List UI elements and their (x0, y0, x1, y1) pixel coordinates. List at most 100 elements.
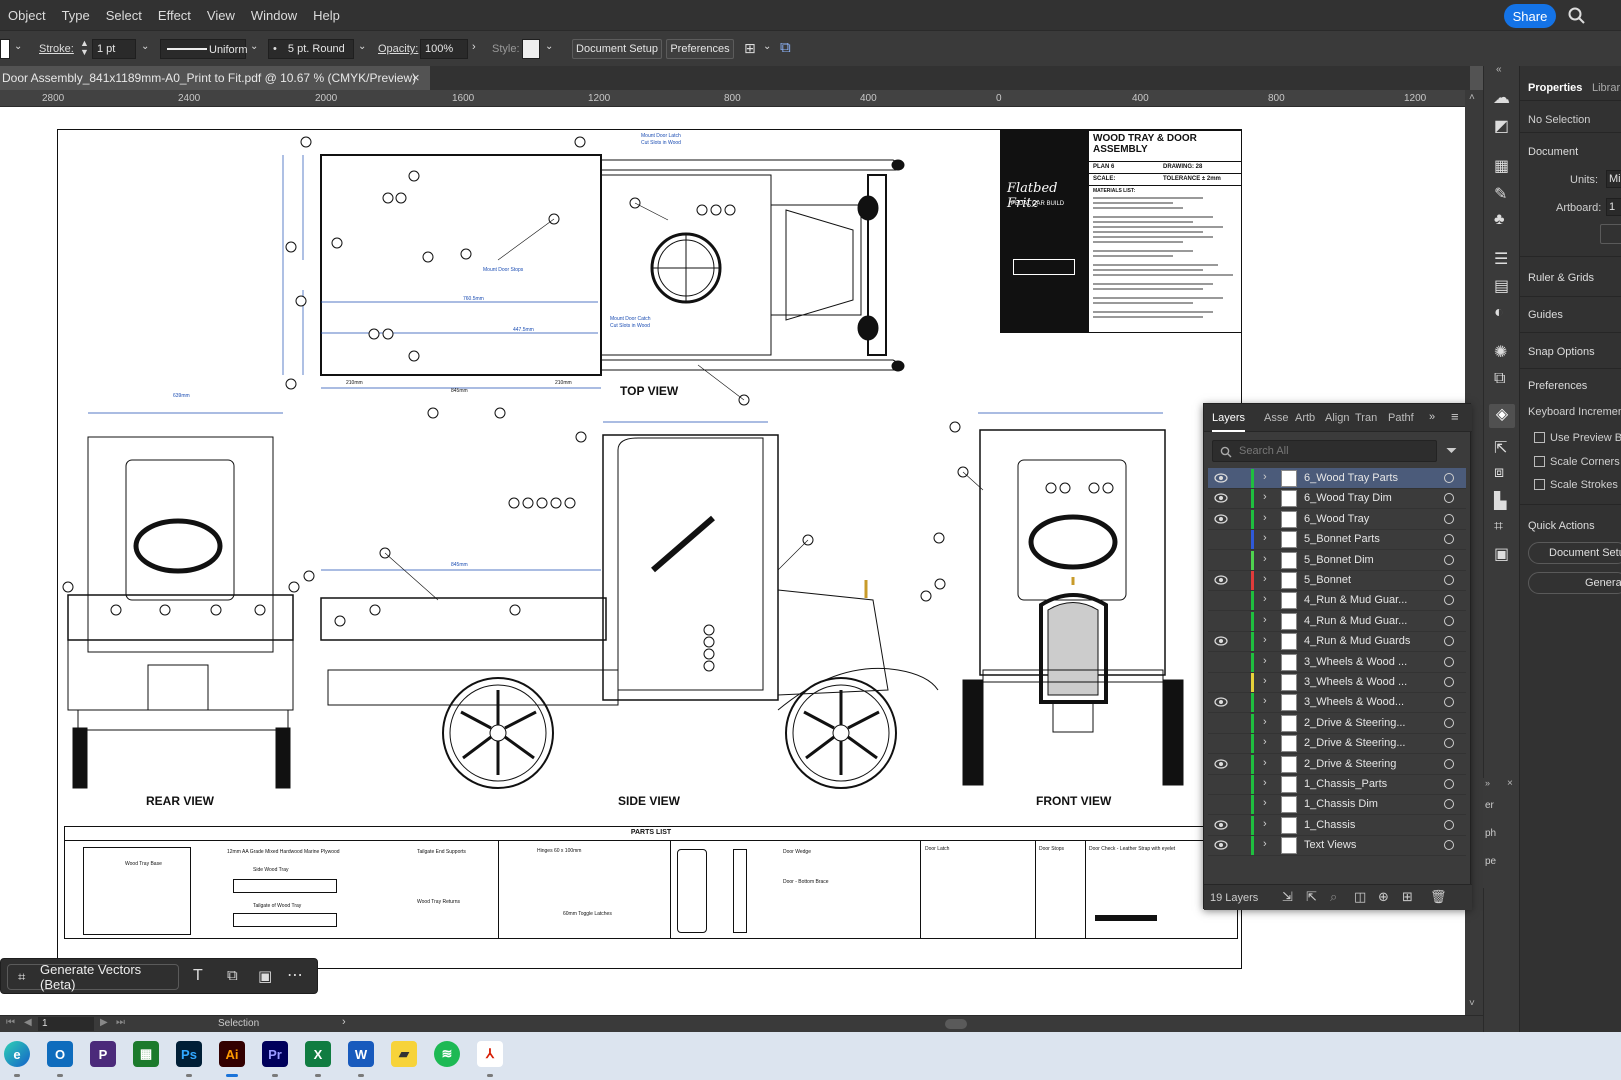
last-artboard-icon[interactable]: ⏭ (116, 1017, 125, 1028)
filter-icon[interactable]: ⏷ (1446, 442, 1457, 459)
menu-object[interactable]: Object (0, 8, 54, 23)
visibility-eye-icon[interactable] (1214, 839, 1228, 851)
chevron-right-icon[interactable]: › (472, 41, 476, 53)
chevron-down-icon[interactable]: ⌄ (250, 41, 258, 52)
expand-chevron-icon[interactable]: › (1263, 512, 1267, 524)
expand-chevron-icon[interactable]: › (1263, 777, 1267, 789)
style-swatch[interactable] (522, 39, 540, 59)
expand-chevron-icon[interactable]: › (1263, 553, 1267, 565)
prev-artboard-icon[interactable]: ◀ (24, 1017, 32, 1028)
chevron-down-icon[interactable]: ⌄ (141, 41, 149, 52)
chevron-down-icon[interactable]: ⌄ (545, 41, 553, 52)
tab-align[interactable]: Align (1325, 412, 1349, 424)
expand-chevron-icon[interactable]: › (1263, 491, 1267, 503)
layer-row[interactable]: › 6_Wood Tray Parts (1208, 468, 1466, 489)
layer-target-icon[interactable] (1444, 636, 1454, 647)
layer-row[interactable]: › Text Views (1208, 835, 1466, 857)
layer-row[interactable]: › 1_Chassis_Parts (1208, 774, 1466, 795)
expand-chevron-icon[interactable]: › (1263, 634, 1267, 646)
share-button[interactable]: Share (1504, 4, 1556, 28)
transparency-panel-icon[interactable]: ⌗ (1494, 518, 1503, 536)
layer-row[interactable]: › 5_Bonnet (1208, 570, 1466, 591)
outlook-icon[interactable]: O (47, 1041, 73, 1067)
excel-icon[interactable]: X (305, 1041, 331, 1067)
document-setup-button[interactable]: Document Setup (572, 39, 662, 59)
chevron-down-icon[interactable]: ⌄ (358, 41, 366, 52)
expand-chevron-icon[interactable]: › (1263, 716, 1267, 728)
collapse-icon[interactable]: » (1485, 778, 1490, 788)
collapsed-panel-label[interactable]: er (1485, 800, 1494, 811)
visibility-toggle[interactable] (1214, 737, 1228, 749)
generate-vectors-button[interactable]: ⌗ Generate Vectors (Beta) (7, 962, 179, 992)
layer-row[interactable]: › 2_Drive & Steering (1208, 754, 1466, 775)
chevron-down-icon[interactable]: ⌄ (14, 41, 22, 52)
layer-row[interactable]: › 3_Wheels & Wood... (1208, 692, 1466, 714)
type-tool-icon[interactable]: T (193, 967, 203, 985)
align-panel-icon[interactable]: ☰ (1494, 249, 1508, 269)
collapsed-panel-label[interactable]: pe (1485, 856, 1496, 867)
edge-icon[interactable]: e (4, 1041, 30, 1067)
brush-dropdown[interactable]: • 5 pt. Round (268, 39, 354, 59)
collect-for-export-icon[interactable]: ⇲ (1282, 889, 1293, 905)
layer-row[interactable]: › 6_Wood Tray Dim (1208, 488, 1466, 510)
color-panel-icon[interactable]: ✺ (1494, 342, 1507, 362)
publisher-icon[interactable]: P (90, 1041, 116, 1067)
appearance-panel-icon[interactable]: ◐ (1494, 304, 1504, 322)
new-sublayer-icon[interactable]: ⊕ (1378, 889, 1389, 905)
visibility-eye-icon[interactable] (1214, 635, 1228, 647)
acrobat-icon[interactable]: ⅄ (477, 1041, 503, 1067)
layer-target-icon[interactable] (1444, 473, 1454, 483)
visibility-toggle[interactable] (1214, 676, 1228, 688)
visibility-toggle[interactable] (1214, 594, 1228, 606)
expand-chevron-icon[interactable]: › (1263, 614, 1267, 626)
menu-help[interactable]: Help (305, 8, 348, 23)
layer-row[interactable]: › 5_Bonnet Parts (1208, 529, 1466, 551)
word-icon[interactable]: W (348, 1041, 374, 1067)
expand-chevron-icon[interactable]: › (1263, 695, 1267, 707)
more-tabs-icon[interactable]: » (1429, 411, 1435, 423)
expand-chevron-icon[interactable]: › (1263, 532, 1267, 544)
layer-target-icon[interactable] (1444, 493, 1454, 504)
sticky-notes-icon[interactable]: ▰ (391, 1041, 417, 1067)
stroke-profile-dropdown[interactable]: Uniform (160, 39, 248, 59)
visibility-eye-icon[interactable] (1214, 758, 1228, 770)
expand-chevron-icon[interactable]: › (1263, 757, 1267, 769)
expand-chevron-icon[interactable]: › (1263, 471, 1267, 483)
layer-row[interactable]: › 4_Run & Mud Guar... (1208, 590, 1466, 612)
chevron-up-icon[interactable]: ˄ (1469, 92, 1475, 103)
tab-layers[interactable]: Layers (1212, 412, 1246, 432)
tab-properties[interactable]: Properties (1528, 82, 1582, 94)
delete-layer-icon[interactable]: 🗑 (1430, 889, 1447, 905)
visibility-toggle[interactable] (1214, 717, 1228, 729)
brushes-panel-icon[interactable]: ✎ (1494, 184, 1507, 204)
layer-target-icon[interactable] (1444, 738, 1454, 749)
layers-panel-icon[interactable]: ◈ (1489, 404, 1515, 428)
tab-artboards[interactable]: Artb (1295, 412, 1315, 424)
layer-target-icon[interactable] (1444, 513, 1454, 524)
quick-document-setup-button[interactable]: Document Setu (1528, 542, 1621, 564)
visibility-eye-icon[interactable] (1214, 492, 1228, 504)
artboard-number-field[interactable]: 1 (38, 1017, 94, 1031)
layer-row[interactable]: › 2_Drive & Steering... (1208, 733, 1466, 755)
layer-target-icon[interactable] (1444, 534, 1454, 545)
expand-chevron-icon[interactable]: › (1263, 573, 1267, 585)
status-chevron-icon[interactable]: › (342, 1016, 346, 1028)
tab-asset-export[interactable]: Asset (1264, 412, 1288, 424)
layer-target-icon[interactable] (1444, 656, 1454, 667)
layer-target-icon[interactable] (1444, 615, 1454, 626)
panel-menu-icon[interactable]: ≡ (1451, 409, 1459, 424)
align-icon[interactable]: ⊞ (744, 40, 756, 57)
premiere-icon[interactable]: Pr (262, 1041, 288, 1067)
expand-chevron-icon[interactable]: › (1263, 593, 1267, 605)
edit-artboards-button[interactable] (1600, 224, 1621, 244)
photoshop-icon[interactable]: Ps (176, 1041, 202, 1067)
quick-general-button[interactable]: Genera (1528, 572, 1621, 594)
first-artboard-icon[interactable]: ⏮ (6, 1017, 15, 1028)
layer-target-icon[interactable] (1444, 595, 1454, 606)
chevron-down-icon[interactable]: ˅ (1469, 998, 1475, 1009)
layer-target-icon[interactable] (1444, 717, 1454, 728)
layer-target-icon[interactable] (1444, 575, 1454, 585)
layer-row[interactable]: › 6_Wood Tray (1208, 509, 1466, 530)
layers-search-input[interactable]: Search All (1212, 440, 1437, 462)
layer-row[interactable]: › 1_Chassis (1208, 815, 1466, 836)
